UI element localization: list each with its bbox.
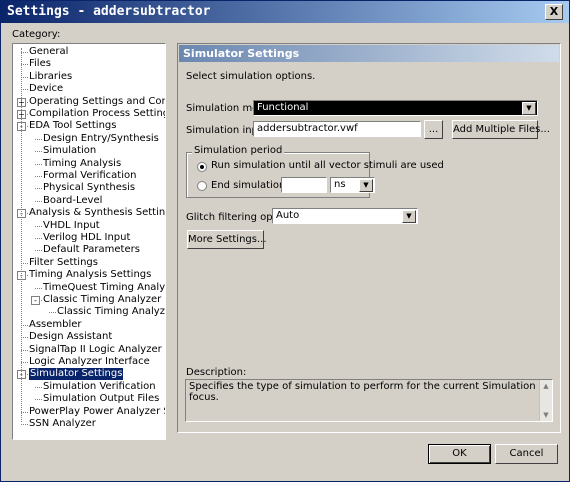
tree-item[interactable]: Device	[29, 83, 63, 95]
tree-connector	[35, 176, 42, 177]
chevron-down-icon[interactable]: ▼	[402, 210, 416, 223]
tree-item[interactable]: General	[29, 46, 68, 58]
panel-title: Simulator Settings	[183, 47, 300, 60]
tree-item[interactable]: Compilation Process Settings	[29, 108, 165, 120]
window-title: Settings - addersubtractor	[7, 4, 211, 19]
collapse-icon[interactable]: -	[31, 296, 40, 305]
tree-item[interactable]: Physical Synthesis	[43, 182, 135, 194]
simulation-period-title: Simulation period	[192, 145, 285, 156]
tree-connector	[35, 163, 42, 165]
category-label: Category:	[12, 29, 61, 40]
tree-guide-line	[21, 48, 22, 422]
chevron-down-icon[interactable]: ▼	[522, 102, 536, 115]
tree-connector	[35, 188, 42, 190]
chevron-down-icon[interactable]: ▼	[359, 179, 373, 192]
tree-connector	[21, 76, 28, 78]
tree-item[interactable]: Design Assistant	[29, 331, 112, 343]
tree-item[interactable]: Verilog HDL Input	[43, 232, 130, 244]
up-arrow-icon[interactable]: ▲	[540, 380, 552, 392]
end-time-unit-value: ns	[334, 179, 346, 190]
end-time-input[interactable]	[281, 177, 327, 193]
simulation-input-field[interactable]: addersubtractor.vwf	[253, 121, 421, 137]
intro-text: Select simulation options.	[186, 71, 316, 82]
tree-item[interactable]: Logic Analyzer Interface	[29, 356, 150, 368]
category-tree[interactable]: General Files Libraries Device Operating Set…	[12, 43, 166, 440]
tree-item[interactable]: Analysis & Synthesis Settings	[29, 207, 165, 219]
tree-connector	[35, 287, 42, 289]
tree-connector	[21, 362, 28, 363]
tree-item[interactable]: Files	[29, 58, 51, 70]
tree-item[interactable]: PowerPlay Power Analyzer Settings	[29, 406, 165, 418]
cancel-button[interactable]: Cancel	[495, 444, 558, 464]
tree-connector	[21, 411, 28, 413]
tree-item[interactable]: Libraries	[29, 71, 72, 83]
tree-item[interactable]: Assembler	[29, 319, 82, 331]
tree-item[interactable]: Simulation	[43, 145, 96, 157]
ok-button[interactable]: OK	[428, 444, 491, 464]
settings-dialog: Settings - addersubtractor X Category: G…	[0, 0, 570, 482]
panel-header: Simulator Settings	[179, 45, 559, 62]
tree-connector	[35, 250, 42, 252]
title-bar[interactable]: Settings - addersubtractor X	[1, 1, 569, 23]
end-time-unit-select[interactable]: ns ▼	[330, 177, 375, 193]
tree-connector	[49, 312, 56, 314]
tree-connector	[35, 399, 42, 401]
tree-item[interactable]: Timing Analysis	[43, 158, 121, 170]
description-scrollbar[interactable]: ▲ ▼	[539, 380, 552, 421]
tree-item[interactable]: SignalTap II Logic Analyzer	[29, 344, 162, 356]
tree-connector	[21, 337, 28, 339]
tree-connector	[21, 424, 28, 425]
tree-connector	[35, 138, 42, 140]
run-until-vectors-radio[interactable]	[197, 162, 207, 172]
tree-item[interactable]: EDA Tool Settings	[29, 120, 116, 132]
description-label: Description:	[186, 367, 247, 378]
tree-item[interactable]: Simulation Verification	[43, 381, 156, 393]
description-text: Specifies the type of simulation to perf…	[189, 381, 536, 403]
tree-item[interactable]: Simulator Settings	[29, 368, 124, 381]
tree-item[interactable]: Simulation Output Files	[43, 393, 159, 405]
down-arrow-icon[interactable]: ▼	[540, 409, 552, 421]
tree-connector	[35, 200, 42, 202]
tree-item[interactable]: Design Entry/Synthesis	[43, 133, 159, 145]
tree-connector	[21, 349, 28, 351]
tree-item[interactable]: Formal Verification	[43, 170, 136, 182]
close-button[interactable]: X	[545, 4, 563, 20]
simulation-mode-value: Functional	[257, 102, 309, 113]
tree-connector	[35, 238, 42, 239]
tree-item[interactable]: Board-Level	[43, 195, 102, 207]
tree-connector	[35, 225, 42, 227]
tree-item[interactable]: VHDL Input	[43, 220, 100, 232]
tree-item[interactable]: Classic Timing Analyzer Repor	[57, 306, 165, 318]
tree-connector	[21, 89, 28, 91]
description-box: Specifies the type of simulation to perf…	[185, 379, 553, 422]
close-icon: X	[549, 5, 559, 18]
simulation-mode-select[interactable]: Functional ▼	[253, 100, 538, 116]
glitch-filtering-select[interactable]: Auto ▼	[272, 208, 418, 224]
radio-selected-dot	[200, 165, 204, 169]
tree-connector	[21, 52, 28, 53]
tree-item[interactable]: TimeQuest Timing Analyzer	[43, 282, 165, 294]
tree-connector	[35, 151, 42, 153]
add-multiple-files-button[interactable]: Add Multiple Files...	[452, 120, 550, 139]
tree-item[interactable]: Operating Settings and Conditions	[29, 96, 165, 108]
end-simulation-radio[interactable]	[197, 181, 207, 191]
tree-item[interactable]: SSN Analyzer	[29, 418, 96, 430]
glitch-filtering-value: Auto	[276, 210, 300, 221]
tree-connector	[21, 262, 28, 264]
tree-item[interactable]: Filter Settings	[29, 257, 98, 269]
run-until-vectors-label: Run simulation until all vector stimuli …	[211, 160, 444, 171]
tree-item[interactable]: Default Parameters	[43, 244, 140, 256]
browse-button[interactable]: ...	[424, 120, 443, 139]
tree-item[interactable]: Timing Analysis Settings	[29, 269, 151, 281]
tree-connector	[21, 64, 28, 66]
tree-connector	[35, 386, 42, 388]
tree-connector	[21, 324, 28, 326]
simulation-input-value: addersubtractor.vwf	[257, 123, 358, 134]
tree-item[interactable]: Classic Timing Analyzer Settings	[43, 294, 165, 306]
more-settings-button[interactable]: More Settings...	[187, 230, 267, 249]
